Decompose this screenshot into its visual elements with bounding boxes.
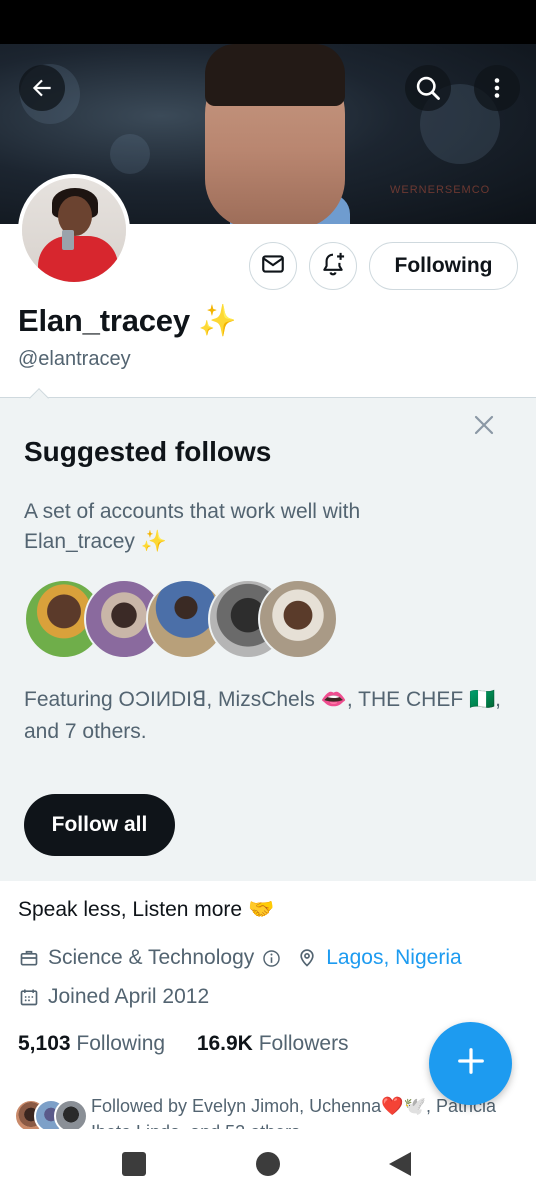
compose-button[interactable]: [429, 1022, 512, 1105]
system-navigation-bar: [0, 1130, 536, 1200]
profile-stats: 5,103 Following 16.9K Followers: [18, 1032, 349, 1056]
search-icon: [414, 74, 442, 102]
profile-category: Science & Technology: [48, 946, 255, 969]
briefcase-icon: [18, 947, 40, 969]
avatar-phone: [62, 230, 74, 250]
followed-by-row[interactable]: Followed by Evelyn Jimoh, Uchenna❤️🕊️, P…: [14, 1093, 514, 1129]
recent-apps-button[interactable]: [122, 1152, 146, 1176]
profile-meta-joined: Joined April 2012: [18, 985, 209, 1009]
follower-avatar: [54, 1099, 88, 1129]
back-button[interactable]: [19, 65, 65, 111]
suggested-description: A set of accounts that work well with El…: [24, 500, 361, 553]
banner-watermark: WERNERSEMCO: [390, 184, 491, 196]
profile-location[interactable]: Lagos, Nigeria: [326, 946, 461, 970]
suggested-avatars[interactable]: [24, 579, 344, 661]
profile-joined: Joined April 2012: [48, 985, 210, 1008]
plus-icon: [456, 1046, 486, 1081]
message-button[interactable]: [249, 242, 297, 290]
more-vertical-icon: [485, 76, 509, 100]
arrow-left-icon: [29, 75, 55, 101]
suggested-title: Suggested follows: [24, 436, 272, 467]
banner-hair: [205, 44, 345, 106]
banner-bokeh: [110, 134, 150, 174]
panel-notch: [29, 388, 49, 408]
info-icon[interactable]: [260, 947, 282, 969]
suggested-avatar[interactable]: [258, 579, 338, 659]
followers-stat[interactable]: 16.9K Followers: [197, 1032, 349, 1055]
notify-button[interactable]: [309, 242, 357, 290]
calendar-icon: [18, 986, 40, 1008]
suggested-featuring: Featuring OƆIИDIꓭ, MizsChels 👄, THE CHEF…: [24, 688, 501, 743]
profile-bio: Speak less, Listen more 🤝: [18, 898, 275, 921]
profile-meta-category-location: Science & Technology Lagos, Nigeria: [18, 946, 462, 970]
location-pin-icon: [296, 947, 318, 969]
avatar-body: [38, 236, 118, 282]
system-back-button[interactable]: [389, 1152, 411, 1176]
display-name: Elan_tracey ✨: [18, 303, 237, 338]
followers-count: 16.9K: [196, 1032, 253, 1055]
following-count: 5,103: [18, 1032, 71, 1055]
status-bar: [0, 0, 536, 44]
follow-all-button[interactable]: Follow all: [24, 794, 175, 856]
more-button[interactable]: [474, 65, 520, 111]
suggested-follows-panel: Suggested follows A set of accounts that…: [0, 388, 536, 881]
followers-label: Followers: [258, 1032, 349, 1055]
following-label: Following: [76, 1032, 166, 1055]
profile-avatar[interactable]: [18, 174, 130, 286]
dismiss-suggestions-button[interactable]: [470, 413, 498, 441]
home-button[interactable]: [256, 1152, 280, 1176]
following-stat[interactable]: 5,103 Following: [18, 1032, 165, 1055]
bell-plus-icon: [319, 250, 347, 283]
user-handle: @elantracey: [18, 348, 131, 370]
following-button[interactable]: Following: [369, 242, 518, 290]
close-icon: [472, 413, 496, 442]
envelope-icon: [260, 251, 286, 282]
search-button[interactable]: [405, 65, 451, 111]
